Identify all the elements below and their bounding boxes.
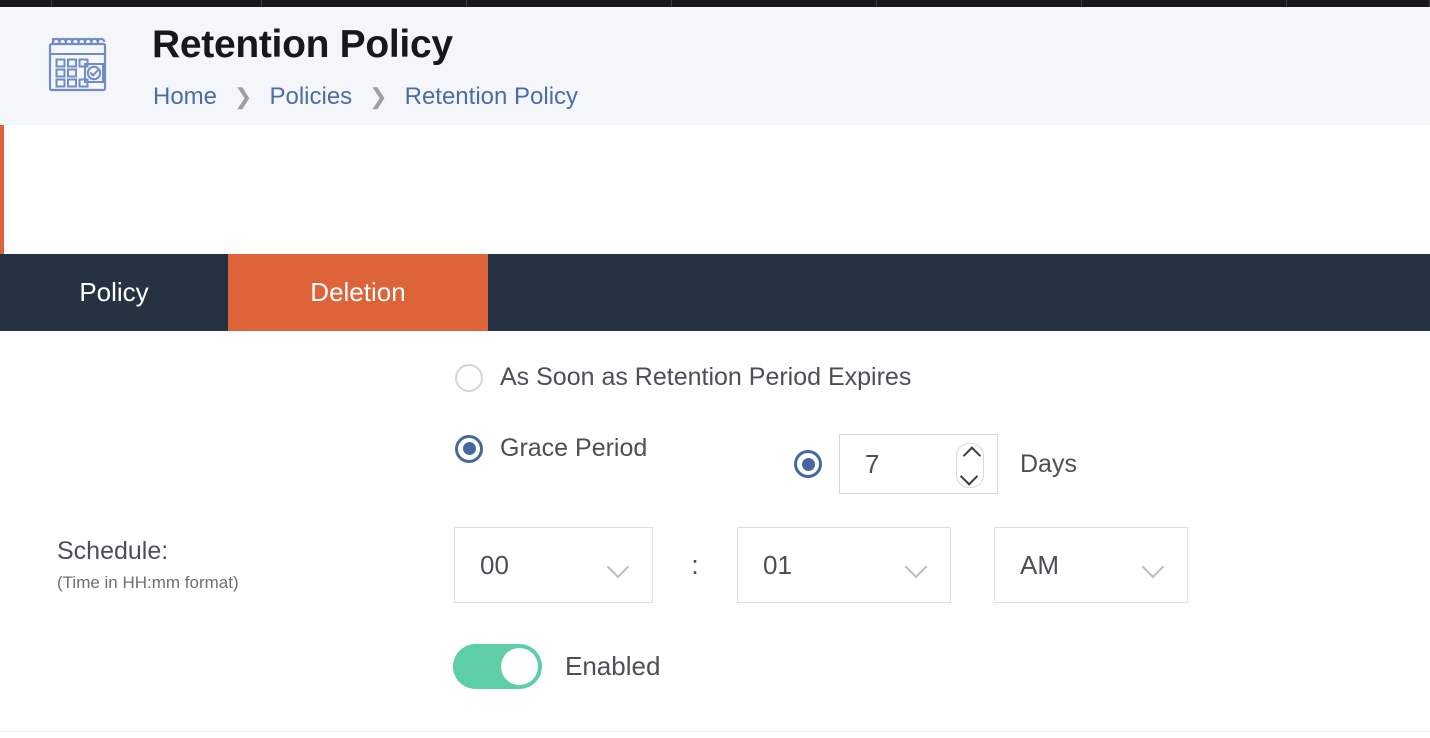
grace-days-value: 7 <box>865 448 880 479</box>
schedule-label-block: Schedule: (Time in HH:mm format) <box>57 535 239 595</box>
chevron-down-icon <box>1141 555 1165 579</box>
schedule-minute-select[interactable]: 01 <box>737 527 951 603</box>
schedule-time-separator: : <box>691 549 699 580</box>
browser-tab[interactable] <box>262 0 467 7</box>
schedule-title: Schedule: <box>57 537 169 565</box>
breadcrumb: Home ❯ Policies ❯ Retention Policy <box>153 79 578 115</box>
grace-period-row: Grace Period 7 Days Expired <box>455 434 1077 494</box>
radio-grace-period[interactable] <box>455 434 483 463</box>
browser-tab-strip <box>0 0 1430 7</box>
page-header: Retention Policy Home ❯ Policies ❯ Reten… <box>0 7 1430 125</box>
tab-policy[interactable]: Policy <box>0 254 228 331</box>
grace-trigger-group: 7 Days Expired <box>794 434 1077 494</box>
schedule-hint: (Time in HH:mm format) <box>57 573 239 592</box>
radio-as-soon-as-expires[interactable] <box>455 363 483 392</box>
chevron-up-icon[interactable] <box>962 445 981 466</box>
page-title: Retention Policy <box>152 23 453 66</box>
breadcrumb-item-policies[interactable]: Policies <box>269 83 352 111</box>
radio-option-grace-period[interactable]: Grace Period <box>455 434 647 463</box>
radio-as-soon-as-expires-label: As Soon as Retention Period Expires <box>500 363 912 391</box>
breadcrumb-item-home[interactable]: Home <box>153 83 217 111</box>
breadcrumb-item-retention-policy[interactable]: Retention Policy <box>405 83 578 111</box>
toggle-knob <box>501 648 538 685</box>
enabled-toggle-row: Enabled <box>453 644 660 689</box>
bottom-divider <box>0 731 1430 732</box>
chevron-down-icon <box>606 555 630 579</box>
chevron-down-icon <box>904 555 928 579</box>
browser-tab[interactable] <box>1082 0 1287 7</box>
calendar-check-icon <box>41 30 117 100</box>
panel-accent-bar <box>0 125 4 254</box>
tab-deletion[interactable]: Deletion <box>228 254 488 331</box>
browser-tab[interactable] <box>0 0 52 7</box>
schedule-time-row: 00 : 01 AM <box>454 527 1188 603</box>
tab-bar: Policy Deletion <box>0 254 1430 331</box>
enabled-toggle-label: Enabled <box>565 651 661 681</box>
schedule-meridiem-select[interactable]: AM <box>994 527 1188 603</box>
radio-option-as-soon-as-expires[interactable]: As Soon as Retention Period Expires <box>455 363 911 392</box>
browser-tab[interactable] <box>672 0 877 7</box>
content-panel <box>0 125 1430 254</box>
browser-tab[interactable] <box>467 0 672 7</box>
chevron-right-icon: ❯ <box>369 84 388 109</box>
tab-deletion-label: Deletion <box>310 277 406 307</box>
deletion-settings-form: As Soon as Retention Period Expires Grac… <box>0 331 1430 731</box>
grace-days-unit-label: Days <box>1020 449 1077 478</box>
schedule-hour-value: 00 <box>480 549 509 580</box>
schedule-minute-value: 01 <box>763 549 792 580</box>
radio-grace-days[interactable] <box>794 450 822 478</box>
schedule-meridiem-value: AM <box>1020 549 1059 580</box>
browser-tab[interactable] <box>877 0 1082 7</box>
chevron-down-icon[interactable] <box>959 466 978 487</box>
browser-tab[interactable] <box>52 0 262 7</box>
enabled-toggle[interactable] <box>453 644 542 689</box>
radio-grace-period-label: Grace Period <box>500 434 648 462</box>
schedule-hour-select[interactable]: 00 <box>454 527 653 603</box>
chevron-right-icon: ❯ <box>234 84 253 109</box>
grace-days-stepper[interactable]: 7 <box>839 434 998 494</box>
stepper-buttons[interactable] <box>956 443 984 488</box>
tab-policy-label: Policy <box>79 277 149 307</box>
browser-tab[interactable] <box>1287 0 1430 7</box>
